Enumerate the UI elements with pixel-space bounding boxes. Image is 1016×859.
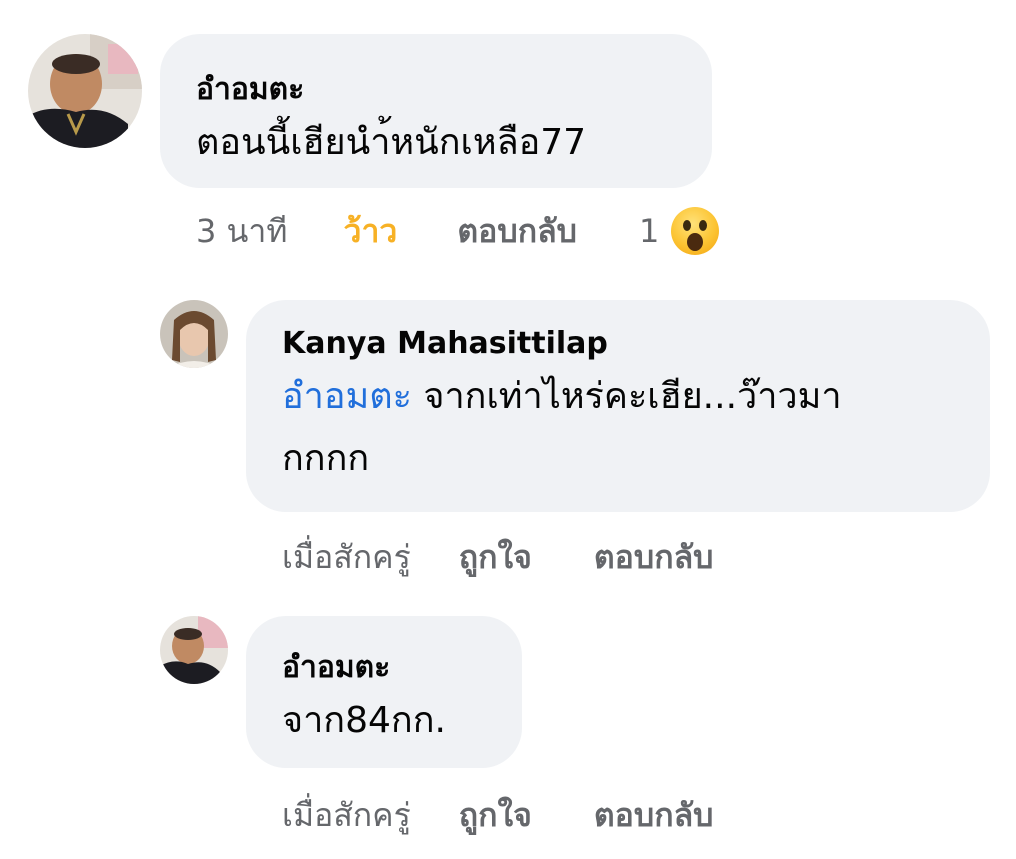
user-photo-icon [160, 300, 228, 368]
comment-text: ตอนนี้เฮียนำ้หนักเหลือ77 [196, 122, 587, 163]
reply-button[interactable]: ตอบกลับ [594, 532, 714, 583]
comment-timestamp[interactable]: เมื่อสักครู่ [282, 790, 411, 841]
emoji-eye [699, 220, 708, 231]
mention-link[interactable]: อำอมตะ [282, 376, 412, 417]
like-button[interactable]: ถูกใจ [459, 532, 532, 583]
reaction-count[interactable]: 1 [639, 212, 659, 250]
emoji-mouth [687, 233, 704, 251]
comment-text-content: จากเท่าไหร่คะเฮีย...ว๊าวมา [423, 376, 842, 417]
like-button[interactable]: ถูกใจ [459, 790, 532, 841]
comment-actions: เมื่อสักครู่ ถูกใจ ตอบกลับ [282, 532, 713, 582]
comment-author[interactable]: Kanya Mahasittilap [282, 326, 990, 362]
comment-timestamp[interactable]: เมื่อสักครู่ [282, 532, 411, 583]
comment-actions: เมื่อสักครู่ ถูกใจ ตอบกลับ [282, 790, 713, 840]
comment-author[interactable]: อำอมตะ [196, 72, 712, 108]
comment-author[interactable]: อำอมตะ [282, 650, 522, 686]
comment-bubble: อำอมตะ จาก84กก. [246, 616, 522, 768]
comment-bubble: Kanya Mahasittilap อำอมตะ จากเท่าไหร่คะเ… [246, 300, 990, 512]
reply-button[interactable]: ตอบกลับ [457, 206, 577, 257]
comment-text-line2: กกกก [282, 438, 370, 479]
avatar[interactable] [28, 34, 142, 148]
user-photo-icon [160, 616, 228, 684]
wow-emoji-icon[interactable] [671, 207, 720, 255]
emoji-eye [683, 220, 692, 231]
comment-text: อำอมตะ จากเท่าไหร่คะเฮีย...ว๊าวมา [282, 366, 990, 428]
comment-text: จาก84กก. [282, 700, 446, 741]
reaction-wow-button[interactable]: ว้าว [343, 206, 397, 257]
avatar[interactable] [160, 616, 228, 684]
avatar[interactable] [160, 300, 228, 368]
comment-bubble: อำอมตะ ตอนนี้เฮียนำ้หนักเหลือ77 [160, 34, 712, 188]
reply-button[interactable]: ตอบกลับ [594, 790, 714, 841]
user-photo-icon [28, 34, 142, 148]
comment-1: อำอมตะ ตอนนี้เฮียนำ้หนักเหลือ77 3 นาที ว… [0, 0, 1016, 270]
comment-actions: 3 นาที ว้าว ตอบกลับ 1 [196, 206, 720, 257]
comment-timestamp[interactable]: 3 นาที [196, 206, 287, 257]
